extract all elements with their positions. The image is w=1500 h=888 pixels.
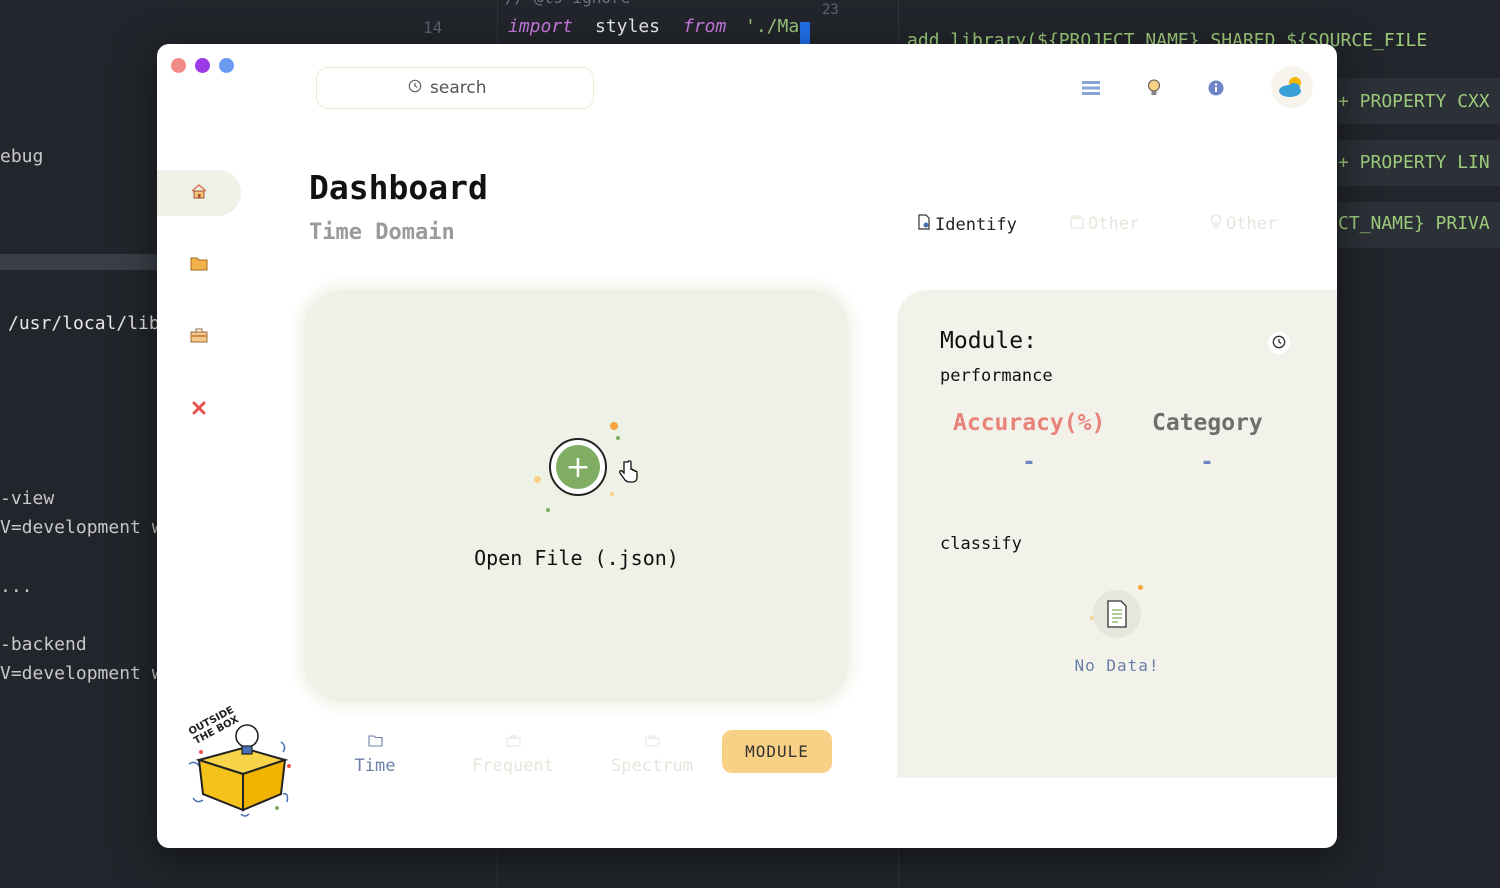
close-icon — [192, 400, 206, 419]
info-icon[interactable] — [1205, 77, 1227, 99]
code-comment: // @ts-ignore — [505, 0, 630, 7]
page-subtitle: Time Domain — [309, 220, 455, 245]
sidebar-item-home[interactable] — [157, 170, 241, 216]
tab-label: Other — [1226, 214, 1278, 234]
app-window: Dashboard Time Domain Identify Other Oth… — [157, 44, 1337, 848]
plus-icon: + — [556, 445, 600, 489]
list-icon[interactable] — [1080, 77, 1102, 99]
decor-dot — [534, 476, 541, 483]
open-file-button[interactable]: + — [549, 438, 607, 496]
home-icon — [190, 183, 208, 203]
document-search-icon — [917, 214, 931, 235]
search-box[interactable] — [316, 67, 594, 109]
performance-heading: performance — [940, 366, 1053, 386]
bottom-tab-spectrum[interactable]: Spectrum — [597, 732, 707, 776]
clock-icon — [408, 78, 422, 98]
lightbulb-icon — [1210, 214, 1222, 234]
sidebar-item-folder[interactable] — [157, 242, 241, 288]
bottom-tab-frequent[interactable]: Frequent — [458, 732, 568, 776]
hand-pointer-icon — [618, 460, 638, 488]
line-number: 23 — [822, 2, 839, 18]
code-line: + PROPERTY LIN — [1338, 152, 1490, 173]
tab-identify[interactable]: Identify — [917, 214, 1017, 235]
window-controls — [171, 58, 234, 73]
box-icon — [1070, 214, 1084, 234]
terminal-line: ebug — [0, 146, 44, 167]
category-value: - — [1200, 450, 1214, 475]
code-token: import — [508, 16, 574, 37]
terminal-line: V=development we — [0, 663, 174, 684]
code-token: styles — [595, 16, 661, 37]
tab-label: Time — [354, 756, 396, 776]
toolbox-icon — [190, 328, 208, 347]
terminal-line: -view — [0, 488, 55, 509]
search-input[interactable] — [428, 77, 502, 99]
tab-label: Other — [1088, 214, 1140, 234]
history-button[interactable] — [1268, 332, 1290, 354]
code-line: + PROPERTY CXX — [1338, 91, 1490, 112]
module-button[interactable]: MODULE — [722, 730, 832, 773]
module-title: Module: — [940, 328, 1037, 354]
close-window-button[interactable] — [171, 58, 186, 73]
terminal-line: /usr/local/lib/ — [8, 313, 171, 334]
selection-highlight — [0, 254, 157, 270]
clock-icon — [1272, 334, 1286, 353]
decor-dot — [610, 492, 614, 496]
terminal-line: ... — [0, 576, 33, 597]
open-file-card[interactable]: + Open File (.json) — [304, 290, 849, 702]
tab-other-1[interactable]: Other — [1070, 214, 1139, 234]
tab-label: Identify — [935, 214, 1017, 235]
accuracy-label: Accuracy(%) — [953, 410, 1106, 436]
tab-label: Frequent — [472, 756, 554, 776]
toolbox-icon — [505, 732, 521, 752]
outside-the-box-logo: OUTSIDE THE BOX — [181, 702, 301, 822]
accuracy-value: - — [1022, 450, 1036, 475]
sidebar-item-toolbox[interactable] — [157, 314, 241, 360]
category-label: Category — [1152, 410, 1263, 436]
decor-dot — [546, 508, 550, 512]
weather-avatar[interactable] — [1271, 66, 1313, 108]
text-cursor — [800, 22, 810, 44]
maximize-window-button[interactable] — [219, 58, 234, 73]
minimize-window-button[interactable] — [195, 58, 210, 73]
classify-heading: classify — [940, 534, 1022, 554]
decor-dot — [1138, 585, 1143, 590]
box-icon — [644, 732, 660, 752]
module-panel: Module: performance Accuracy(%) - Catego… — [897, 290, 1337, 778]
folder-icon — [190, 256, 208, 275]
no-data-text: No Data! — [1074, 656, 1160, 675]
decor-dot — [616, 436, 620, 440]
tab-other-2[interactable]: Other — [1210, 214, 1277, 234]
terminal-line: V=development we — [0, 517, 174, 538]
open-file-label: Open File (.json) — [474, 546, 679, 570]
bottom-tab-time[interactable]: Time — [320, 732, 430, 776]
lightbulb-icon[interactable] — [1143, 77, 1165, 99]
terminal-line: -backend — [0, 634, 87, 655]
document-icon — [1093, 590, 1141, 638]
decor-dot — [610, 422, 618, 430]
code-token: './Ma — [745, 16, 800, 37]
tab-label: Spectrum — [611, 756, 693, 776]
code-line: CT_NAME} PRIVA — [1338, 213, 1490, 234]
folder-icon — [367, 732, 383, 752]
code-token: from — [683, 16, 727, 37]
sidebar-item-close[interactable] — [157, 386, 241, 432]
page-title: Dashboard — [309, 168, 488, 207]
line-number: 14 — [423, 18, 443, 37]
